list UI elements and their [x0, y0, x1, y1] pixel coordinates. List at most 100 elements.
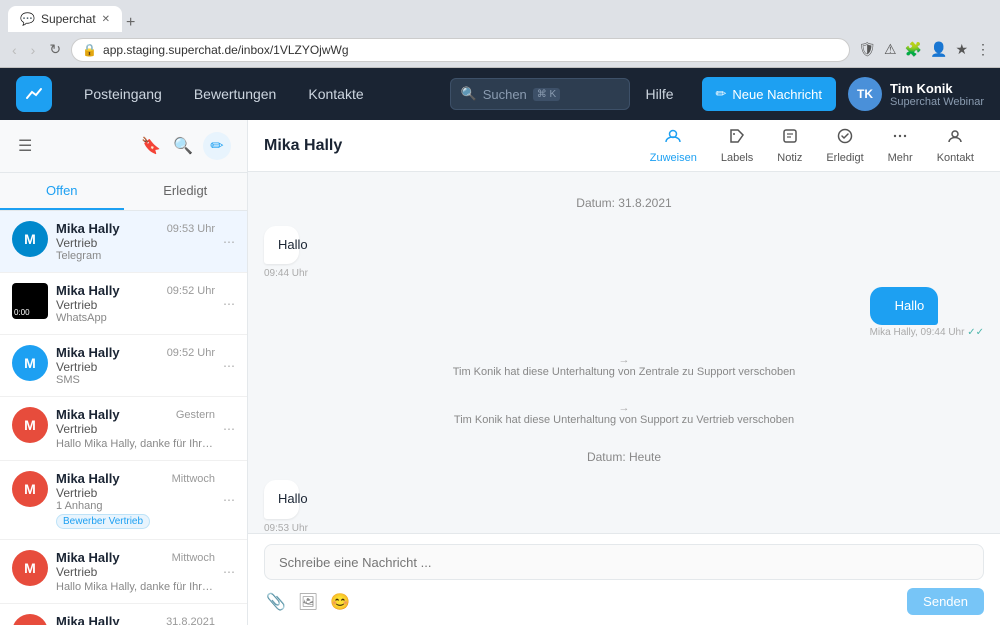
conv-name: Mika Hally: [56, 550, 120, 565]
tab-open[interactable]: Offen: [0, 173, 124, 210]
new-tab-button[interactable]: +: [126, 14, 135, 32]
lock-icon: 🔒: [82, 43, 97, 57]
conv-name: Mika Hally: [56, 221, 120, 236]
conv-time: 09:52 Uhr: [167, 347, 215, 359]
message-row: Hallo 09:53 Uhr: [264, 480, 984, 533]
conv-content: Mika Hally Gestern Vertrieb Hallo Mika H…: [56, 407, 215, 450]
video-thumbnail: 0:00: [12, 283, 48, 319]
list-item[interactable]: M Mika Hally Gestern Vertrieb Hallo Mika…: [0, 397, 247, 461]
conv-source: SMS: [56, 374, 215, 386]
video-time: 0:00: [14, 308, 30, 317]
image-icon-button[interactable]: 🖼: [296, 590, 320, 614]
forward-button[interactable]: ›: [27, 40, 40, 60]
tab-resolved[interactable]: Erledigt: [124, 173, 248, 210]
more-icon[interactable]: ⋯: [223, 565, 235, 579]
search-icon-button[interactable]: 🔍: [171, 132, 195, 160]
conv-preview: Hallo Mika Hally, danke für Ihr Vertraue…: [56, 438, 215, 450]
avatar[interactable]: TK: [848, 77, 882, 111]
message-bubble: Hallo: [870, 287, 939, 325]
assign-icon: [664, 127, 682, 150]
conv-name: Mika Hally: [56, 345, 120, 360]
list-item[interactable]: M Mika Hally Mittwoch Vertrieb Hallo Mik…: [0, 540, 247, 604]
menu-icon[interactable]: ⋮: [974, 39, 992, 60]
more-icon[interactable]: ⋯: [223, 359, 235, 373]
bookmark-icon[interactable]: ★: [953, 39, 970, 60]
tab-favicon: 💬: [20, 12, 35, 26]
emoji-icon-button[interactable]: 😊: [328, 590, 352, 614]
app-logo[interactable]: [16, 76, 52, 112]
list-item[interactable]: M Mika Hally Mittwoch Vertrieb 1 Anhang …: [0, 461, 247, 540]
more-icon: [891, 127, 909, 150]
filter-icon-button[interactable]: 🔖: [139, 132, 163, 160]
conv-label: Vertrieb: [56, 486, 215, 500]
search-bar[interactable]: 🔍 Suchen ⌘ K: [450, 78, 630, 110]
send-button[interactable]: Senden: [907, 588, 984, 615]
conv-name: Mika Hally: [56, 283, 120, 298]
nav-posteingang[interactable]: Posteingang: [68, 68, 178, 120]
url-bar[interactable]: 🔒 app.staging.superchat.de/inbox/1VLZYOj…: [71, 38, 850, 62]
list-item[interactable]: M Mika Hally 09:52 Uhr Vertrieb SMS ⋯: [0, 335, 247, 397]
search-icon: 🔍: [461, 86, 477, 102]
back-button[interactable]: ‹: [8, 40, 21, 60]
warning-icon[interactable]: ⚠: [882, 39, 899, 60]
erledigt-button[interactable]: Erledigt: [816, 121, 873, 170]
more-icon[interactable]: ⋯: [223, 235, 235, 249]
conv-time: Mittwoch: [172, 552, 215, 564]
zuweisen-button[interactable]: Zuweisen: [640, 121, 707, 170]
message-row: Hallo Mika Hally, 09:44 Uhr ✓✓: [264, 287, 984, 338]
new-message-button[interactable]: ✏ Neue Nachricht: [702, 77, 837, 111]
search-placeholder: Suchen: [483, 87, 527, 102]
search-keyboard-shortcut: ⌘ K: [533, 88, 560, 101]
mehr-button[interactable]: Mehr: [878, 121, 923, 170]
kontakt-button[interactable]: Kontakt: [927, 121, 984, 170]
more-icon[interactable]: ⋯: [223, 297, 235, 311]
shield-icon[interactable]: 🛡: [856, 39, 878, 60]
menu-toggle-button[interactable]: ☰: [16, 134, 34, 158]
browser-tab-superchat[interactable]: 💬 Superchat ✕: [8, 6, 122, 32]
nav-kontakte[interactable]: Kontakte: [292, 68, 379, 120]
more-icon[interactable]: ⋯: [223, 422, 235, 436]
input-icons: 📎 🖼 😊: [264, 590, 352, 614]
erledigt-label: Erledigt: [826, 152, 863, 164]
list-item[interactable]: 0:00 Mika Hally 09:52 Uhr Vertrieb Whats…: [0, 273, 247, 335]
input-area: 📎 🖼 😊 Senden: [248, 533, 1000, 625]
extensions-icon[interactable]: 🧩: [903, 39, 924, 60]
url-text: app.staging.superchat.de/inbox/1VLZYOjwW…: [103, 43, 348, 57]
tag-badge: Bewerber Vertrieb: [56, 514, 150, 529]
profile-icon[interactable]: 👤: [928, 39, 949, 60]
browser-tabs: 💬 Superchat ✕ +: [8, 0, 135, 32]
more-icon[interactable]: ⋯: [223, 493, 235, 507]
date-divider: Datum: 31.8.2021: [264, 196, 984, 210]
conv-content: Mika Hally Mittwoch Vertrieb 1 Anhang Be…: [56, 471, 215, 529]
labels-button[interactable]: Labels: [711, 121, 763, 170]
nav-bewertungen[interactable]: Bewertungen: [178, 68, 293, 120]
tab-close-icon[interactable]: ✕: [102, 14, 110, 25]
conv-name: Mika Hally: [56, 614, 120, 625]
reload-button[interactable]: ↻: [45, 39, 65, 60]
app-header: Posteingang Bewertungen Kontakte 🔍 Suche…: [0, 68, 1000, 120]
conv-source: WhatsApp: [56, 312, 215, 324]
attachment-icon-button[interactable]: 📎: [264, 590, 288, 614]
notiz-button[interactable]: Notiz: [767, 121, 812, 170]
conversation-list: M Mika Hally 09:53 Uhr Vertrieb Telegram…: [0, 211, 247, 625]
notiz-label: Notiz: [777, 152, 802, 164]
conv-label: Vertrieb: [56, 236, 215, 250]
list-item[interactable]: M Mika Hally 09:53 Uhr Vertrieb Telegram…: [0, 211, 247, 273]
message-input[interactable]: [264, 544, 984, 580]
sidebar-header: ☰ 🔖 🔍 ✏: [0, 120, 247, 173]
message-sender-time: Mika Hally, 09:44 Uhr ✓✓: [870, 327, 984, 338]
conv-content: Mika Hally 31.8.2021 Hallo Mika Hally, d…: [56, 614, 215, 625]
conv-label: Vertrieb: [56, 298, 215, 312]
list-item[interactable]: M Mika Hally 31.8.2021 Hallo Mika Hally,…: [0, 604, 247, 625]
note-icon: [781, 127, 799, 150]
help-button[interactable]: Hilfe: [630, 86, 690, 102]
conv-content: Mika Hally 09:52 Uhr Vertrieb SMS: [56, 345, 215, 386]
conv-time: 09:52 Uhr: [167, 285, 215, 297]
user-info[interactable]: Tim Konik Superchat Webinar: [890, 81, 984, 108]
chat-title: Mika Hally: [264, 137, 342, 155]
compose-icon-button[interactable]: ✏: [203, 132, 231, 160]
sidebar: ☰ 🔖 🔍 ✏ Offen Erledigt M Mika Hally 09:5…: [0, 120, 248, 625]
conv-content: Mika Hally Mittwoch Vertrieb Hallo Mika …: [56, 550, 215, 593]
browser-chrome: 💬 Superchat ✕ +: [0, 0, 1000, 32]
conv-content: Mika Hally 09:52 Uhr Vertrieb WhatsApp: [56, 283, 215, 324]
